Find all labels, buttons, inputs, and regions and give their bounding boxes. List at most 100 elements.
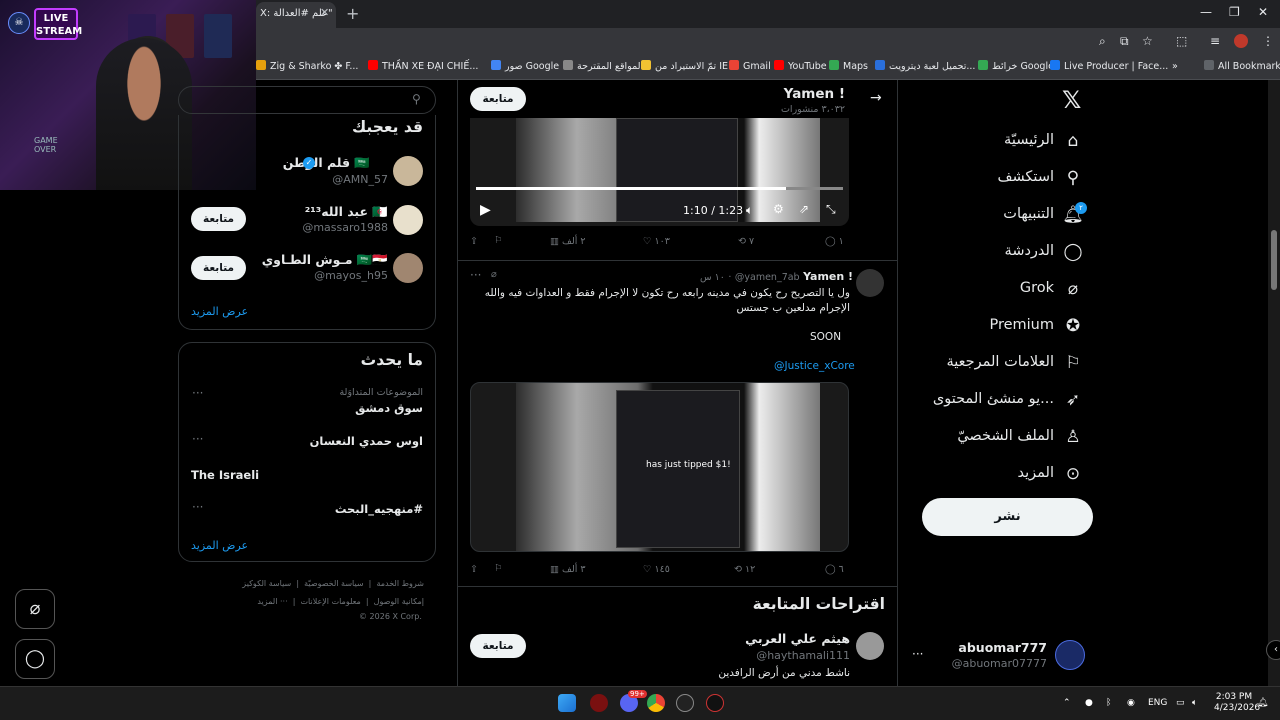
- bookmark-item[interactable]: تحميل لعبة ديترويت...: [875, 60, 975, 74]
- bookmark-item[interactable]: Live Producer | Face...: [1050, 60, 1168, 74]
- volume-icon[interactable]: 🔈︎: [1192, 698, 1197, 708]
- reposts-count[interactable]: ⟲ ١٢: [734, 564, 755, 575]
- x-logo-icon[interactable]: 𝕏: [1062, 86, 1081, 114]
- start-menu-icon[interactable]: [558, 694, 576, 712]
- grok-icon[interactable]: ⌀: [15, 589, 55, 629]
- clock[interactable]: 2:03 PM 4/23/2026: [1214, 692, 1260, 714]
- bookmark-item[interactable]: Maps: [829, 60, 868, 74]
- star-icon[interactable]: ☆: [1142, 34, 1153, 48]
- more-icon[interactable]: ···: [470, 268, 481, 282]
- chevron-up-icon[interactable]: ⌃: [1063, 698, 1071, 708]
- chat-bubble-icon[interactable]: ◯: [15, 639, 55, 679]
- all-bookmarks-button[interactable]: All Bookmarks: [1204, 60, 1280, 74]
- views-count[interactable]: ▥ ٣ ألف: [550, 564, 586, 575]
- minimize-icon[interactable]: —: [1200, 5, 1212, 19]
- tray-app-icon[interactable]: ◉: [1127, 698, 1135, 708]
- more-icon[interactable]: ···: [192, 432, 203, 446]
- suggestion-name[interactable]: عبد الله²¹³ 🇩🇿: [270, 204, 388, 220]
- more-icon[interactable]: ···: [192, 386, 203, 400]
- follow-button[interactable]: متابعة: [191, 207, 246, 231]
- header-follow-button[interactable]: متابعة: [470, 87, 526, 111]
- bookmark-icon[interactable]: ⚐: [494, 235, 503, 246]
- privacy-link[interactable]: سياسة الخصوصيّة: [304, 579, 363, 588]
- trend-item[interactable]: The Israeli: [191, 468, 291, 482]
- replies-count[interactable]: ◯ ٦: [825, 564, 844, 575]
- app-icon[interactable]: [706, 694, 724, 712]
- bookmark-item[interactable]: صور Google: [491, 60, 559, 74]
- bookmark-icon[interactable]: ⚐: [494, 563, 503, 574]
- accessibility-link[interactable]: إمكانية الوصول: [374, 597, 424, 606]
- show-more-link[interactable]: عرض المزيد: [191, 305, 248, 318]
- more-icon[interactable]: ···: [192, 500, 203, 514]
- nav-item-chat[interactable]: الدردشة ◯: [900, 242, 1090, 266]
- trend-item[interactable]: سوق دمشق: [250, 401, 423, 415]
- likes-count[interactable]: ♡ ١٤٥: [643, 564, 670, 575]
- close-icon[interactable]: ✕: [320, 6, 329, 19]
- scrollbar[interactable]: [1268, 80, 1280, 686]
- nav-item-more[interactable]: المزيد ⊙: [900, 464, 1090, 488]
- suggestion-name[interactable]: هيثم علي العربي: [700, 631, 850, 646]
- nav-item-bell[interactable]: التنبيهات 🔔︎: [900, 205, 1090, 229]
- more-link[interactable]: ··· المزيد: [257, 597, 287, 606]
- chevron-left-icon[interactable]: ‹: [1266, 640, 1280, 660]
- volume-icon[interactable]: 🔈︎: [746, 203, 753, 218]
- post-button[interactable]: نشر: [922, 498, 1093, 536]
- likes-count[interactable]: ♡ ١٠٣: [643, 236, 670, 247]
- network-icon[interactable]: ▭: [1176, 698, 1185, 708]
- window-close-icon[interactable]: ✕: [1258, 5, 1268, 19]
- bluetooth-icon[interactable]: ᛒ: [1106, 698, 1111, 708]
- trend-item[interactable]: اوس حمدي النعسان: [250, 434, 423, 448]
- bookmark-item[interactable]: المواقع المقترحة: [563, 60, 643, 74]
- tray-app-icon[interactable]: ●: [1085, 698, 1093, 708]
- bookmark-item[interactable]: خرائط Google: [978, 60, 1054, 74]
- grok-icon[interactable]: ⌀: [491, 269, 497, 280]
- profile-avatar[interactable]: [1234, 34, 1248, 48]
- bookmarks-more-button[interactable]: »: [1172, 60, 1178, 74]
- account-name[interactable]: abuomar777: [940, 640, 1047, 655]
- share-icon[interactable]: ⇪: [470, 564, 478, 575]
- back-arrow-icon[interactable]: →: [870, 90, 882, 106]
- avatar[interactable]: [393, 253, 423, 283]
- cookies-link[interactable]: سياسة الكوكيز: [242, 579, 291, 588]
- search-input[interactable]: [178, 86, 436, 114]
- share-icon[interactable]: ⇪: [470, 236, 478, 247]
- reposts-count[interactable]: ⟲ ٧: [738, 236, 754, 247]
- popout-icon[interactable]: ⇗: [799, 202, 809, 216]
- media-icon[interactable]: ≡: [1210, 34, 1220, 48]
- extensions-icon[interactable]: ⬚: [1176, 34, 1187, 48]
- nav-item-home[interactable]: الرئيسيّة ⌂: [900, 131, 1090, 155]
- follow-button[interactable]: متابعة: [191, 256, 246, 280]
- trends-show-more-link[interactable]: عرض المزيد: [191, 539, 248, 552]
- nav-item-rocket[interactable]: ...يو منشئ المحتوى ➶: [900, 390, 1090, 414]
- bookmark-item[interactable]: YouTube: [774, 60, 827, 74]
- install-icon[interactable]: ⧉: [1120, 34, 1129, 49]
- avatar[interactable]: [856, 269, 884, 297]
- zoom-icon[interactable]: ⌕: [1099, 34, 1106, 49]
- nav-item-profile[interactable]: الملف الشخصيّ ♙: [900, 427, 1090, 451]
- nav-item-grok[interactable]: Grok ⌀: [900, 279, 1090, 303]
- account-menu-icon[interactable]: ···: [912, 647, 923, 661]
- views-count[interactable]: ▥ ٢ ألف: [550, 236, 586, 247]
- nav-item-premium[interactable]: Premium ✪: [900, 316, 1090, 340]
- new-tab-button[interactable]: +: [346, 4, 359, 23]
- mention-link[interactable]: @Justice_xCore: [774, 360, 855, 372]
- trend-item[interactable]: #منهجيه_البحث: [250, 502, 423, 516]
- suggestion-name[interactable]: مـوش الطـاوي 🇸🇦🇪🇬: [250, 252, 388, 268]
- avatar[interactable]: [393, 205, 423, 235]
- ads-info-link[interactable]: معلومات الإعلانات: [301, 597, 361, 606]
- fullscreen-icon[interactable]: ⤡: [826, 202, 836, 217]
- bookmark-item[interactable]: Zig & Sharko ✤ F...: [256, 60, 358, 74]
- notification-bell-icon[interactable]: 🔔︎: [1257, 698, 1268, 708]
- terms-link[interactable]: شروط الخدمة: [376, 579, 424, 588]
- restore-icon[interactable]: ❐: [1229, 5, 1240, 19]
- scrollbar-thumb[interactable]: [1271, 230, 1277, 290]
- account-avatar[interactable]: [1055, 640, 1085, 670]
- replies-count[interactable]: ◯ ١: [825, 236, 844, 247]
- nav-item-search[interactable]: استكشف ⚲: [900, 168, 1090, 192]
- avatar[interactable]: [856, 632, 884, 660]
- play-icon[interactable]: ▶: [480, 202, 491, 218]
- chrome-icon[interactable]: [647, 694, 665, 712]
- menu-icon[interactable]: ⋮: [1262, 34, 1274, 48]
- bookmark-item[interactable]: THẦN XE ĐẠI CHIẾ...: [368, 60, 478, 74]
- obs-icon[interactable]: [676, 694, 694, 712]
